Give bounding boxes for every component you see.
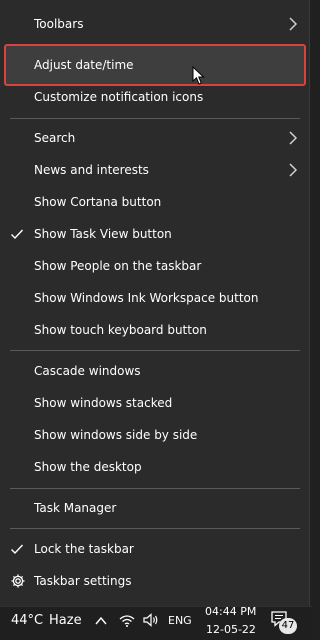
separator: [10, 488, 300, 489]
menu-item-label: Toolbars: [34, 17, 84, 31]
menu-item-show-windows-stacked[interactable]: Show windows stacked: [0, 387, 310, 419]
menu-item-label: Show touch keyboard button: [34, 323, 207, 337]
menu-item-show-windows-side-by-side[interactable]: Show windows side by side: [0, 419, 310, 451]
chevron-right-icon: [289, 163, 298, 177]
menu-item-show-task-view-button[interactable]: Show Task View button: [0, 218, 310, 250]
menu-item-label: Cascade windows: [34, 364, 141, 378]
menu-item-show-touch-keyboard[interactable]: Show touch keyboard button: [0, 314, 310, 346]
menu-item-label: Show Cortana button: [34, 195, 162, 209]
chevron-right-icon: [289, 17, 298, 31]
wifi-icon[interactable]: [118, 612, 136, 628]
menu-item-label: Show windows side by side: [34, 428, 198, 442]
clock-date[interactable]: 12-05-22: [206, 623, 256, 636]
menu-item-show-people[interactable]: Show People on the taskbar: [0, 250, 310, 282]
menu-item-label: Search: [34, 131, 76, 145]
menu-item-show-cortana-button[interactable]: Show Cortana button: [0, 186, 310, 218]
menu-item-cascade-windows[interactable]: Cascade windows: [0, 355, 310, 387]
mouse-pointer-icon: [192, 66, 205, 85]
separator: [10, 350, 300, 351]
menu-item-search[interactable]: Search: [0, 122, 310, 154]
weather-condition[interactable]: Haze: [49, 613, 82, 629]
menu-item-show-the-desktop[interactable]: Show the desktop: [0, 451, 310, 483]
clock-time[interactable]: 04:44 PM: [205, 605, 256, 618]
menu-item-label: Adjust date/time: [34, 58, 134, 72]
menu-item-label: Task Manager: [34, 501, 117, 515]
menu-item-label: Show Windows Ink Workspace button: [34, 291, 259, 305]
menu-item-adjust-date-time[interactable]: Adjust date/time: [0, 49, 310, 81]
menu-item-label: Show Task View button: [34, 227, 172, 241]
menu-item-customize-notification-icons[interactable]: Customize notification icons: [0, 81, 310, 113]
menu-item-toolbars[interactable]: Toolbars: [0, 8, 310, 40]
checkmark-icon: [11, 229, 24, 240]
menu-item-task-manager[interactable]: Task Manager: [0, 492, 310, 524]
taskbar-context-menu: Toolbars Adjust date/time Customize noti…: [0, 0, 310, 606]
menu-item-label: Show People on the taskbar: [34, 259, 202, 273]
menu-item-lock-the-taskbar[interactable]: Lock the taskbar: [0, 533, 310, 565]
gear-icon: [11, 574, 25, 588]
input-language[interactable]: ENG: [168, 614, 192, 627]
menu-item-label: News and interests: [34, 163, 149, 177]
menu-item-label: Show windows stacked: [34, 396, 173, 410]
menu-item-label: Show the desktop: [34, 460, 142, 474]
menu-item-label: Taskbar settings: [34, 574, 132, 588]
speaker-icon[interactable]: [142, 612, 160, 628]
checkmark-icon: [11, 544, 24, 555]
chevron-up-icon[interactable]: [94, 615, 108, 627]
separator: [10, 528, 300, 529]
menu-item-taskbar-settings[interactable]: Taskbar settings: [0, 565, 310, 597]
menu-item-label: Customize notification icons: [34, 90, 204, 104]
notification-count-badge: 47: [279, 618, 297, 634]
separator: [10, 118, 300, 119]
menu-item-show-windows-ink[interactable]: Show Windows Ink Workspace button: [0, 282, 310, 314]
weather-temperature[interactable]: 44°C: [11, 613, 43, 629]
menu-item-news-and-interests[interactable]: News and interests: [0, 154, 310, 186]
menu-item-label: Lock the taskbar: [34, 542, 134, 556]
chevron-right-icon: [289, 131, 298, 145]
